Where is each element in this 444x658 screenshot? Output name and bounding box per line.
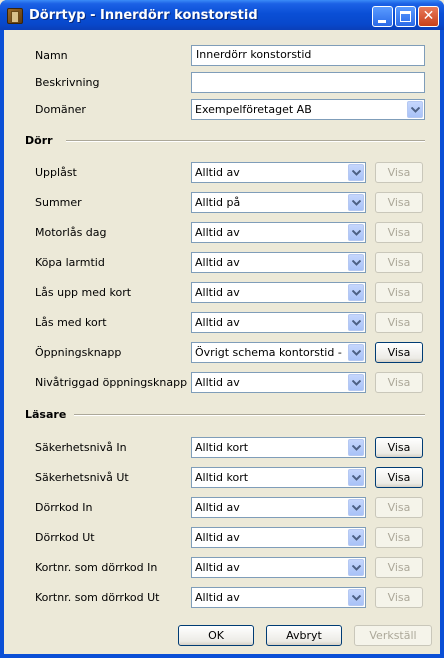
chevron-down-icon[interactable] bbox=[348, 254, 364, 271]
close-icon: ✕ bbox=[422, 8, 435, 24]
chevron-down-icon[interactable] bbox=[348, 164, 364, 181]
schedule-dropdown-dorrkod-ut[interactable]: Alltid av bbox=[191, 527, 366, 548]
schedule-dropdown-oppningsknapp[interactable]: Övrigt schema kontorstid - F... bbox=[191, 342, 366, 363]
minimize-icon bbox=[378, 20, 386, 23]
chevron-down-icon[interactable] bbox=[348, 589, 364, 606]
visa-button-summer[interactable]: Visa bbox=[375, 192, 423, 213]
chevron-down-icon[interactable] bbox=[348, 559, 364, 576]
schedule-value: Alltid av bbox=[195, 501, 240, 514]
setting-label-sakerhetsniva-in: Säkerhetsnivå In bbox=[35, 441, 127, 454]
setting-label-las-upp-med-kort: Lås upp med kort bbox=[35, 286, 132, 299]
schedule-dropdown-kopa-larmtid[interactable]: Alltid av bbox=[191, 252, 366, 273]
visa-button-upplast[interactable]: Visa bbox=[375, 162, 423, 183]
door-section-title: Dörr bbox=[25, 134, 53, 147]
setting-label-sakerhetsniva-ut: Säkerhetsnivå Ut bbox=[35, 471, 129, 484]
schedule-value: Alltid av bbox=[195, 256, 240, 269]
schedule-value: Alltid av bbox=[195, 376, 240, 389]
schedule-dropdown-sakerhetsniva-in[interactable]: Alltid kort bbox=[191, 437, 366, 458]
dialog-window: Dörrtyp - Innerdörr konstorstid ✕ Namn I… bbox=[0, 0, 444, 658]
description-label: Beskrivning bbox=[35, 76, 100, 89]
maximize-icon bbox=[400, 11, 411, 22]
visa-button-dorrkod-in[interactable]: Visa bbox=[375, 497, 423, 518]
setting-label-las-med-kort: Lås med kort bbox=[35, 316, 107, 329]
name-label: Namn bbox=[35, 49, 68, 62]
setting-label-dorrkod-ut: Dörrkod Ut bbox=[35, 531, 95, 544]
setting-label-kopa-larmtid: Köpa larmtid bbox=[35, 256, 105, 269]
door-section-divider bbox=[66, 140, 425, 142]
chevron-down-icon[interactable] bbox=[348, 529, 364, 546]
cancel-button[interactable]: Avbryt bbox=[266, 625, 342, 646]
apply-button[interactable]: Verkställ bbox=[354, 625, 432, 646]
schedule-dropdown-motorlas-dag[interactable]: Alltid av bbox=[191, 222, 366, 243]
schedule-value: Alltid på bbox=[195, 196, 241, 209]
ok-button[interactable]: OK bbox=[178, 625, 254, 646]
setting-label-upplast: Upplåst bbox=[35, 166, 77, 179]
maximize-button[interactable] bbox=[395, 6, 416, 27]
close-button[interactable]: ✕ bbox=[418, 6, 439, 27]
window-frame-right bbox=[440, 30, 444, 658]
chevron-down-icon[interactable] bbox=[348, 499, 364, 516]
reader-section-title: Läsare bbox=[25, 408, 67, 421]
visa-button-kopa-larmtid[interactable]: Visa bbox=[375, 252, 423, 273]
chevron-down-icon[interactable] bbox=[407, 101, 423, 118]
chevron-down-icon[interactable] bbox=[348, 439, 364, 456]
visa-button-motorlas-dag[interactable]: Visa bbox=[375, 222, 423, 243]
domains-label: Domäner bbox=[35, 103, 86, 116]
setting-label-kortnr-som-dorrkod-in: Kortnr. som dörrkod In bbox=[35, 561, 158, 574]
schedule-dropdown-nivatriggad-oppningsknapp[interactable]: Alltid av bbox=[191, 372, 366, 393]
chevron-down-icon[interactable] bbox=[348, 284, 364, 301]
setting-label-summer: Summer bbox=[35, 196, 82, 209]
chevron-down-icon[interactable] bbox=[348, 374, 364, 391]
chevron-down-icon[interactable] bbox=[348, 194, 364, 211]
schedule-dropdown-las-upp-med-kort[interactable]: Alltid av bbox=[191, 282, 366, 303]
schedule-value: Alltid av bbox=[195, 316, 240, 329]
schedule-value: Alltid av bbox=[195, 531, 240, 544]
window-frame-bottom bbox=[0, 654, 444, 658]
setting-label-kortnr-som-dorrkod-ut: Kortnr. som dörrkod Ut bbox=[35, 591, 160, 604]
schedule-dropdown-dorrkod-in[interactable]: Alltid av bbox=[191, 497, 366, 518]
dialog-content: Namn Innerdörr konstorstid Beskrivning D… bbox=[4, 30, 440, 654]
visa-button-las-upp-med-kort[interactable]: Visa bbox=[375, 282, 423, 303]
chevron-down-icon[interactable] bbox=[348, 469, 364, 486]
schedule-dropdown-sakerhetsniva-ut[interactable]: Alltid kort bbox=[191, 467, 366, 488]
schedule-dropdown-kortnr-som-dorrkod-ut[interactable]: Alltid av bbox=[191, 587, 366, 608]
visa-button-las-med-kort[interactable]: Visa bbox=[375, 312, 423, 333]
schedule-value: Alltid av bbox=[195, 591, 240, 604]
reader-section-divider bbox=[74, 414, 425, 416]
domains-value: Exempelföretaget AB bbox=[195, 103, 312, 116]
setting-label-dorrkod-in: Dörrkod In bbox=[35, 501, 93, 514]
visa-button-oppningsknapp[interactable]: Visa bbox=[375, 342, 423, 363]
description-field[interactable] bbox=[191, 72, 425, 93]
chevron-down-icon[interactable] bbox=[348, 224, 364, 241]
name-field[interactable]: Innerdörr konstorstid bbox=[191, 45, 425, 66]
setting-label-oppningsknapp: Öppningsknapp bbox=[35, 346, 122, 359]
title-bar[interactable]: Dörrtyp - Innerdörr konstorstid ✕ bbox=[0, 0, 444, 30]
schedule-dropdown-kortnr-som-dorrkod-in[interactable]: Alltid av bbox=[191, 557, 366, 578]
chevron-down-icon[interactable] bbox=[348, 314, 364, 331]
visa-button-kortnr-som-dorrkod-ut[interactable]: Visa bbox=[375, 587, 423, 608]
schedule-dropdown-las-med-kort[interactable]: Alltid av bbox=[191, 312, 366, 333]
setting-label-motorlas-dag: Motorlås dag bbox=[35, 226, 107, 239]
setting-label-nivatriggad-oppningsknapp: Nivåtriggad öppningsknapp bbox=[35, 376, 188, 389]
schedule-value: Alltid av bbox=[195, 166, 240, 179]
schedule-value: Alltid av bbox=[195, 286, 240, 299]
visa-button-kortnr-som-dorrkod-in[interactable]: Visa bbox=[375, 557, 423, 578]
visa-button-nivatriggad-oppningsknapp[interactable]: Visa bbox=[375, 372, 423, 393]
window-title: Dörrtyp - Innerdörr konstorstid bbox=[29, 8, 258, 23]
chevron-down-icon[interactable] bbox=[348, 344, 364, 361]
minimize-button[interactable] bbox=[372, 6, 393, 27]
visa-button-sakerhetsniva-ut[interactable]: Visa bbox=[375, 467, 423, 488]
schedule-value: Alltid kort bbox=[195, 471, 249, 484]
schedule-value: Alltid av bbox=[195, 226, 240, 239]
schedule-value: Alltid av bbox=[195, 561, 240, 574]
visa-button-dorrkod-ut[interactable]: Visa bbox=[375, 527, 423, 548]
door-icon bbox=[7, 8, 23, 24]
schedule-value: Övrigt schema kontorstid - F... bbox=[195, 346, 345, 359]
schedule-dropdown-upplast[interactable]: Alltid av bbox=[191, 162, 366, 183]
visa-button-sakerhetsniva-in[interactable]: Visa bbox=[375, 437, 423, 458]
schedule-dropdown-summer[interactable]: Alltid på bbox=[191, 192, 366, 213]
domains-dropdown[interactable]: Exempelföretaget AB bbox=[191, 99, 425, 120]
schedule-value: Alltid kort bbox=[195, 441, 249, 454]
